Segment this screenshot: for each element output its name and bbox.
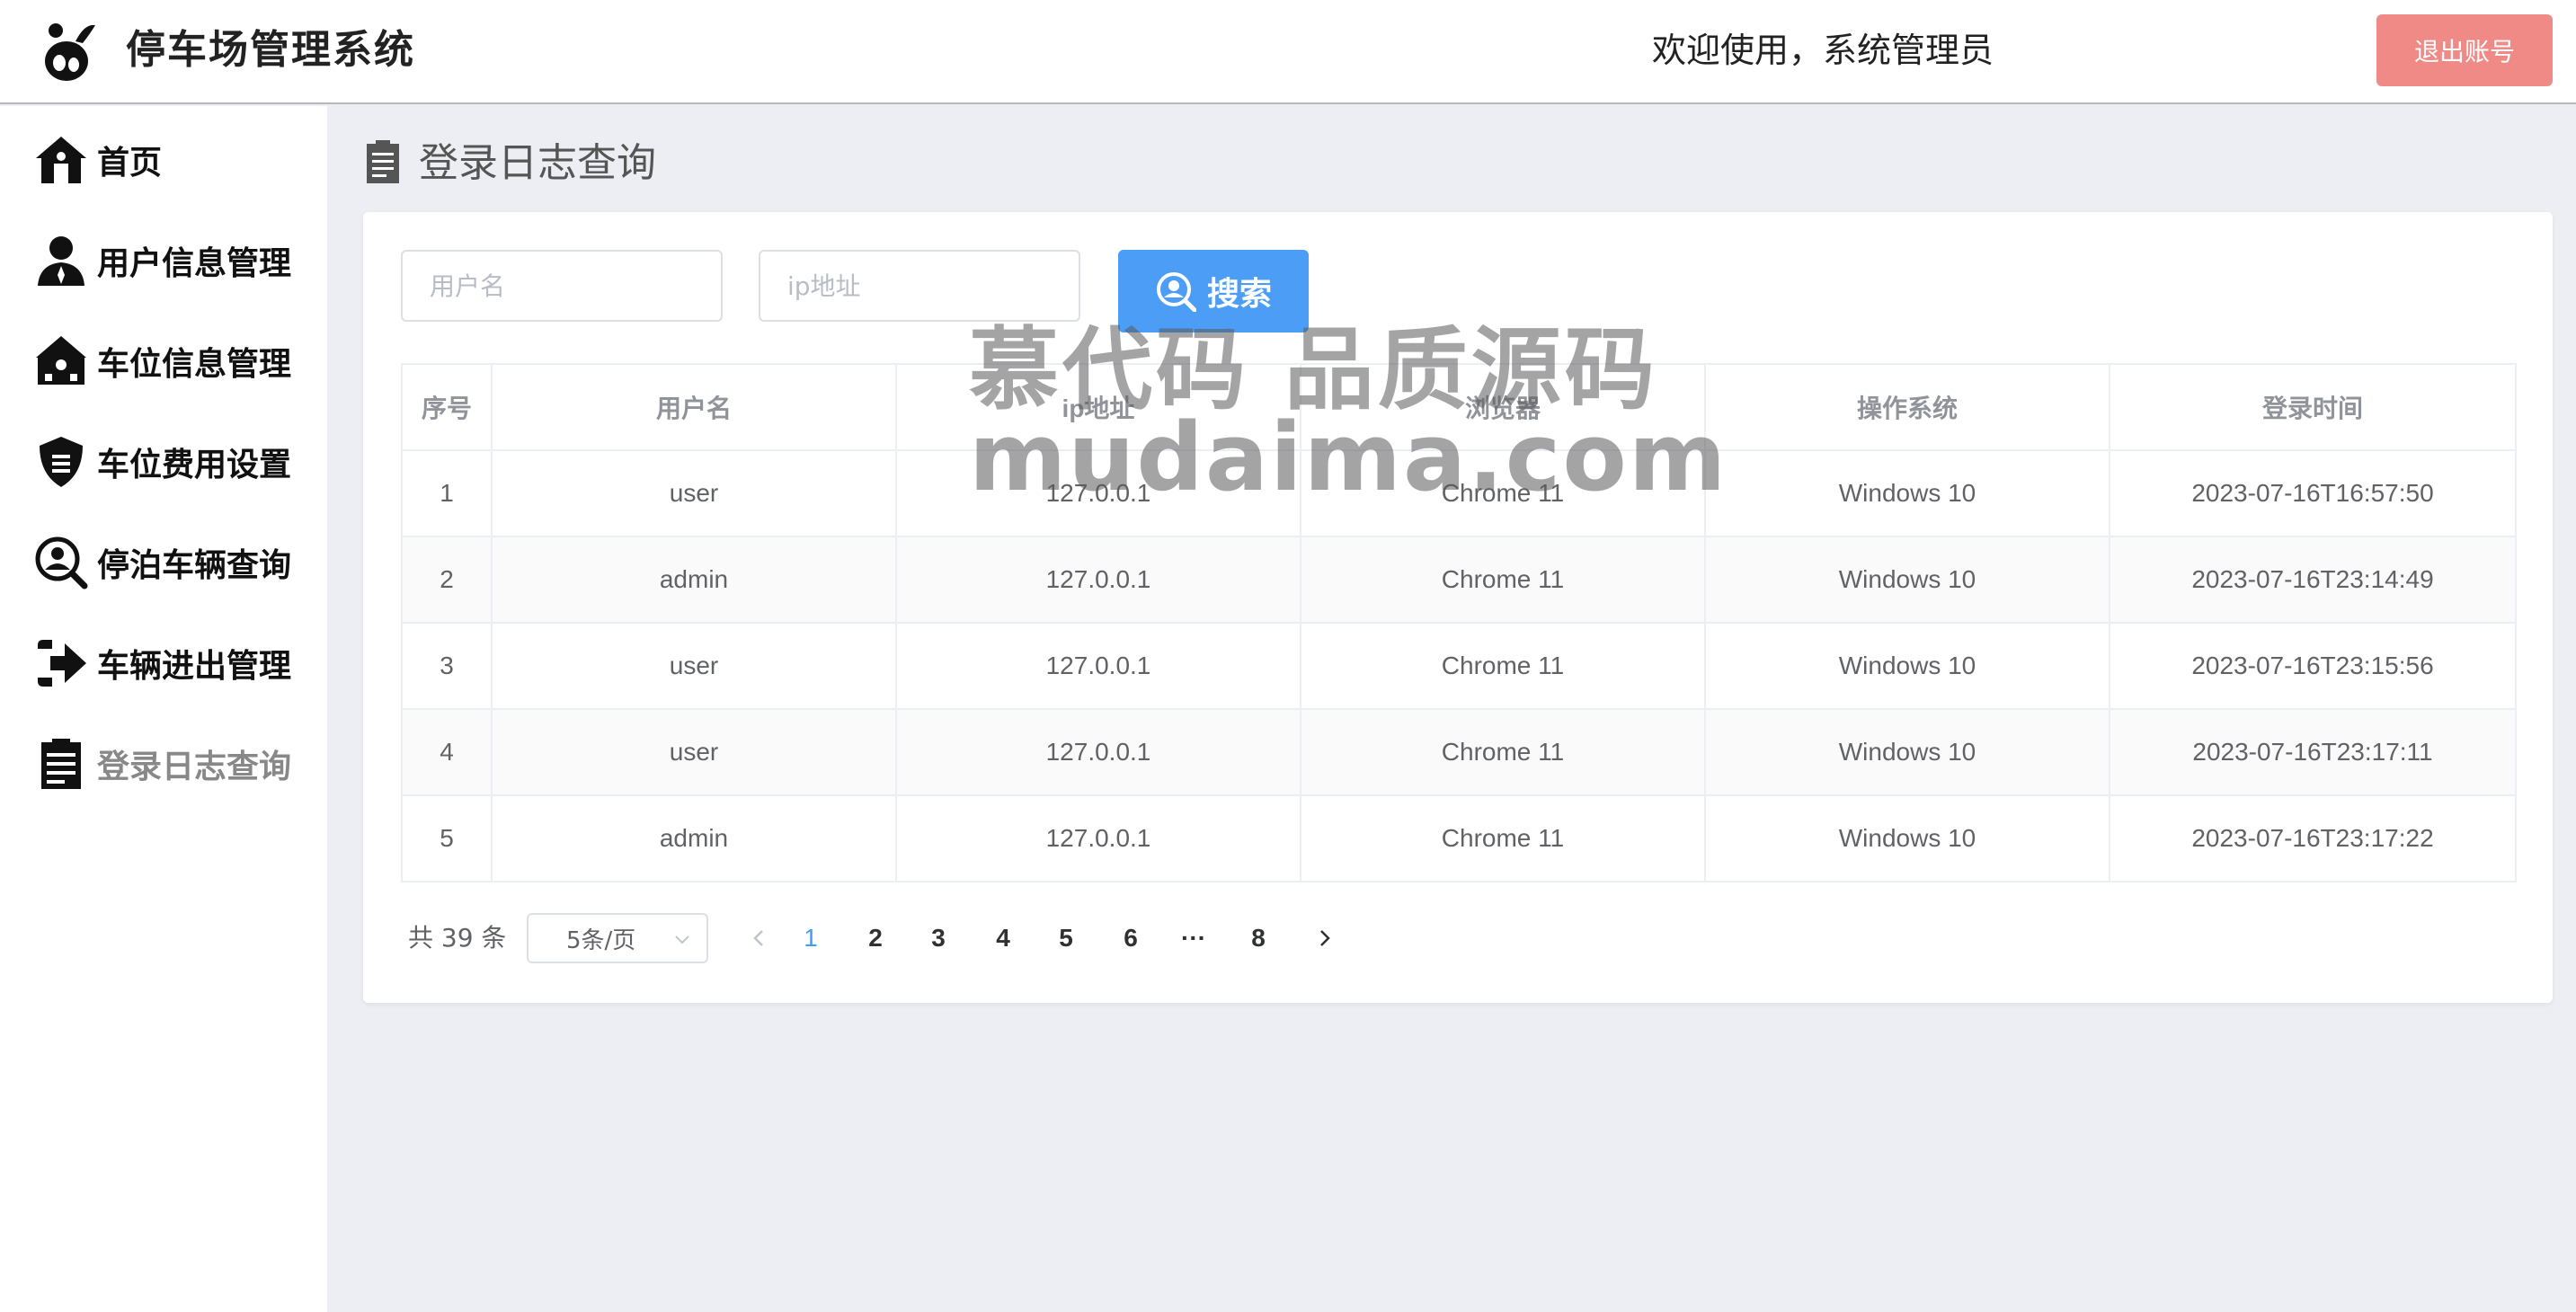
table-cell: 2023-07-16T23:17:22: [2109, 794, 2517, 882]
table-cell: 127.0.0.1: [895, 449, 1301, 537]
sidebar-item-home[interactable]: 首页: [0, 115, 327, 205]
table-cell: user: [491, 622, 897, 710]
sidebar-item-label: 车辆进出管理: [97, 648, 292, 685]
sidebar-item-label: 用户信息管理: [97, 245, 292, 282]
home-icon: [36, 137, 86, 183]
login-log-table: 序号 用户名 ip地址 浏览器 操作系统 登录时间 1 user 127.0.0…: [401, 363, 2517, 882]
sidebar-item-label: 车位费用设置: [97, 447, 292, 483]
table-cell: Windows 10: [1704, 794, 2110, 882]
username-search-input[interactable]: [401, 250, 723, 322]
table-cell: Chrome 11: [1300, 622, 1706, 710]
table-cell: Windows 10: [1704, 536, 2110, 624]
logo-icon: [45, 23, 95, 81]
prev-page-button[interactable]: [741, 917, 777, 960]
table-cell: 5: [401, 794, 493, 882]
building-icon: [36, 336, 86, 385]
column-header-login-time: 登录时间: [2109, 363, 2517, 451]
page-button-2[interactable]: 2: [857, 917, 893, 960]
user-search-icon: [35, 536, 88, 590]
column-header-username: 用户名: [491, 363, 897, 451]
sidebar-item-parking-spaces[interactable]: 车位信息管理: [0, 316, 327, 406]
page-button-8[interactable]: 8: [1240, 917, 1276, 960]
page-size-select[interactable]: 5条/页: [527, 913, 708, 963]
table-cell: 3: [401, 622, 493, 710]
table-row: 5 admin 127.0.0.1 Chrome 11 Windows 10 2…: [401, 794, 2517, 882]
table-cell: Windows 10: [1704, 622, 2110, 710]
chevron-left-icon: [753, 930, 763, 946]
table-cell: 127.0.0.1: [895, 708, 1301, 796]
page-ellipsis-button[interactable]: ···: [1176, 917, 1212, 960]
sidebar-item-login-logs[interactable]: 登录日志查询: [0, 719, 327, 809]
page-title: 登录日志查询: [419, 140, 656, 186]
page-button-6[interactable]: 6: [1113, 917, 1149, 960]
sidebar-item-vehicle-access[interactable]: 车辆进出管理: [0, 618, 327, 708]
page-button-5[interactable]: 5: [1048, 917, 1084, 960]
table-row: 4 user 127.0.0.1 Chrome 11 Windows 10 20…: [401, 708, 2517, 796]
table-cell: Chrome 11: [1300, 449, 1706, 537]
table-cell: 2023-07-16T23:15:56: [2109, 622, 2517, 710]
table-cell: 2023-07-16T16:57:50: [2109, 449, 2517, 537]
page-button-3[interactable]: 3: [920, 917, 956, 960]
table-cell: Windows 10: [1704, 708, 2110, 796]
sidebar-item-label: 车位信息管理: [97, 346, 292, 383]
shield-icon: [40, 437, 83, 487]
page-button-1[interactable]: 1: [793, 917, 829, 960]
page-size-value: 5条/页: [566, 926, 636, 954]
sidebar-item-label: 停泊车辆查询: [97, 547, 292, 584]
table-cell: 2: [401, 536, 493, 624]
table-cell: 4: [401, 708, 493, 796]
ip-search-input[interactable]: [759, 250, 1080, 322]
sidebar-item-label: 登录日志查询: [97, 749, 292, 785]
column-header-browser: 浏览器: [1300, 363, 1706, 451]
sidebar-item-users[interactable]: 用户信息管理: [0, 216, 327, 306]
table-cell: admin: [491, 794, 897, 882]
table-cell: user: [491, 708, 897, 796]
arrow-right-icon: [38, 640, 86, 687]
table-cell: user: [491, 449, 897, 537]
page-button-4[interactable]: 4: [985, 917, 1021, 960]
search-button[interactable]: 搜索: [1118, 250, 1309, 332]
table-cell: Chrome 11: [1300, 536, 1706, 624]
sidebar: 首页 用户信息管理 车位信息管理 车位费用设置 停泊车辆查询 车辆进出管理 登录…: [0, 106, 327, 1312]
content-card: 搜索 序号 用户名 ip地址 浏览器 操作系统 登录时间 1 user 127.…: [363, 212, 2553, 1003]
table-cell: 2023-07-16T23:17:11: [2109, 708, 2517, 796]
table-row: 2 admin 127.0.0.1 Chrome 11 Windows 10 2…: [401, 536, 2517, 624]
table-cell: 2023-07-16T23:14:49: [2109, 536, 2517, 624]
search-button-label: 搜索: [1206, 276, 1272, 313]
table-cell: 127.0.0.1: [895, 536, 1301, 624]
table-cell: admin: [491, 536, 897, 624]
table-cell: 127.0.0.1: [895, 794, 1301, 882]
table-cell: Chrome 11: [1300, 708, 1706, 796]
pagination-total: 共 39 条: [408, 923, 507, 953]
user-icon: [38, 236, 84, 286]
column-header-os: 操作系统: [1704, 363, 2110, 451]
table-header-row: 序号 用户名 ip地址 浏览器 操作系统 登录时间: [401, 363, 2517, 451]
chevron-right-icon: [1320, 930, 1330, 946]
welcome-text: 欢迎使用，系统管理员: [1652, 31, 1994, 70]
search-icon: [1156, 272, 1196, 312]
table-cell: Windows 10: [1704, 449, 2110, 537]
table-cell: 127.0.0.1: [895, 622, 1301, 710]
logout-button[interactable]: 退出账号: [2376, 14, 2553, 86]
column-header-index: 序号: [401, 363, 493, 451]
clipboard-icon: [367, 140, 399, 183]
table-cell: 1: [401, 449, 493, 537]
sidebar-item-fee-settings[interactable]: 车位费用设置: [0, 417, 327, 507]
sidebar-item-label: 首页: [97, 145, 163, 182]
column-header-ip: ip地址: [895, 363, 1301, 451]
app-title: 停车场管理系统: [126, 27, 415, 73]
chevron-down-icon: [675, 935, 689, 944]
table-row: 1 user 127.0.0.1 Chrome 11 Windows 10 20…: [401, 449, 2517, 537]
clipboard-icon: [41, 739, 81, 789]
table-cell: Chrome 11: [1300, 794, 1706, 882]
next-page-button[interactable]: [1307, 917, 1343, 960]
table-row: 3 user 127.0.0.1 Chrome 11 Windows 10 20…: [401, 622, 2517, 710]
top-header: 停车场管理系统 欢迎使用，系统管理员 退出账号: [0, 0, 2576, 104]
sidebar-item-parked-vehicles[interactable]: 停泊车辆查询: [0, 518, 327, 607]
